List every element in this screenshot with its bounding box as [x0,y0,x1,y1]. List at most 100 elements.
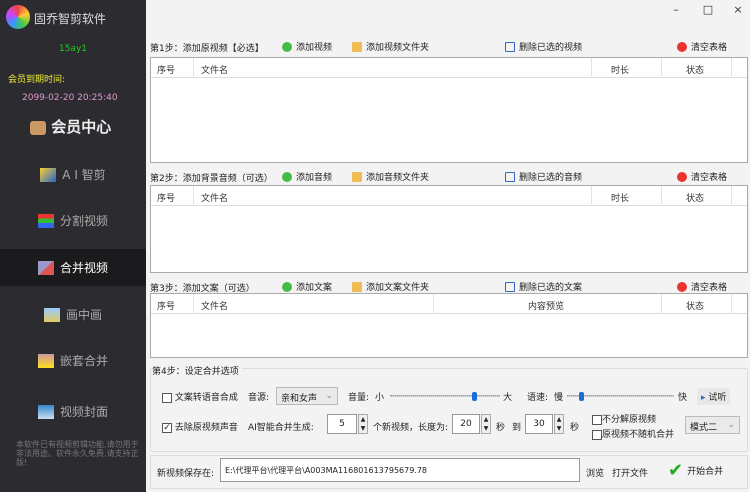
merge-icon [37,260,54,275]
close-button[interactable]: × [728,3,748,17]
slider-thumb[interactable] [471,392,477,401]
speed-slider[interactable] [567,392,674,401]
col-status: 状态 [686,66,705,76]
speed-max-label: 快 [678,393,688,403]
plus-icon [282,41,292,52]
cover-icon [37,404,54,419]
expiry-value: 2099-02-20 20:25:40 [22,93,118,103]
folder-icon [352,281,362,292]
delete-selected-video-button[interactable]: 删除已选的视频 [505,40,582,53]
vip-icon [30,121,46,135]
add-audio-button[interactable]: 添加音频 [282,170,332,183]
open-folder-button[interactable]: 打开文件 [612,466,648,479]
listen-button[interactable]: ▸ 试听 [697,388,731,405]
app-title: 固乔智剪软件 [34,12,107,26]
delete-selected-audio-button[interactable]: 删除已选的音频 [505,170,582,183]
clear-table-button[interactable]: 清空表格 [677,40,727,53]
vip-center-button[interactable]: 会员中心 [30,116,111,137]
sec-label: 秒 [570,423,580,433]
col-status: 状态 [686,194,705,204]
count-input[interactable]: 5 [327,414,357,434]
maximize-button[interactable]: □ [698,3,718,17]
volume-max-label: 大 [503,393,513,403]
speed-min-label: 慢 [554,393,564,403]
add-video-button[interactable]: 添加视频 [282,40,332,53]
col-index: 序号 [157,302,176,312]
start-merge-button[interactable]: ✔ 开始合并 [668,460,723,481]
remove-audio-checkbox[interactable]: ✓ 去除原视频声音 [162,420,238,433]
max-length-input[interactable]: 30 [525,414,553,434]
checkbox-box [162,392,172,403]
min-length-spinner[interactable]: ▲ ▼ [481,414,491,434]
plus-icon [282,171,292,182]
col-duration: 时长 [611,194,630,204]
sidebar: 固乔智剪软件 15ay1 会员到期时间: 2099-02-20 20:25:40… [0,0,146,492]
add-audio-folder-button[interactable]: 添加音频文件夹 [352,170,429,183]
clear-icon [677,41,687,52]
voice-select[interactable]: 亲和女声 ⌄ [276,387,338,405]
minimize-button[interactable]: – [666,3,686,17]
slider-thumb[interactable] [579,392,585,401]
output-label: 新视频保存在: [157,469,215,479]
no-random-checkbox[interactable]: 原视频不随机合并 [592,427,674,440]
delete-selected-text-button[interactable]: 删除已选的文案 [505,280,582,293]
nest-icon [37,353,54,368]
sec-label: 秒 [496,423,506,433]
tts-checkbox[interactable]: 文案转语音合成 [162,390,238,403]
clear-text-table-button[interactable]: 清空表格 [677,280,727,293]
split-icon [37,213,54,228]
text-table[interactable]: 序号 文件名 内容预览 状态 [150,293,748,358]
step1-title: 第1步：添加原视频【必选】 [150,44,264,54]
add-text-folder-button[interactable]: 添加文案文件夹 [352,280,429,293]
sidebar-item-split[interactable]: 分割视频 [0,202,146,239]
add-video-folder-button[interactable]: 添加视频文件夹 [352,40,429,53]
window-icon [505,41,515,52]
expiry-label: 会员到期时间: [8,75,66,85]
chevron-down-icon: ⌄ [325,391,333,401]
col-filename: 文件名 [201,66,229,76]
picture-in-picture-icon [43,307,60,322]
step2-title: 第2步：添加背景音频（可选） [150,174,273,184]
window-icon [505,281,515,292]
sidebar-item-ai[interactable]: A I 智剪 [0,156,146,193]
mode-select[interactable]: 模式二 ⌄ [685,416,740,434]
no-split-checkbox[interactable]: 不分解原视频 [592,412,656,425]
col-filename: 文件名 [201,302,229,312]
max-length-spinner[interactable]: ▲ ▼ [554,414,564,434]
notice-text: 本软件已有视频剪辑功能,请勿用于非法用途。软件永久免费,请支持正版! [16,440,139,467]
volume-min-label: 小 [375,393,385,403]
sidebar-item-pip[interactable]: 画中画 [0,296,146,333]
ai-merge-label: AI智能合并生成: [248,423,314,433]
checkbox-box [592,429,602,440]
sidebar-item-nest[interactable]: 嵌套合并 [0,342,146,379]
username: 15ay1 [58,44,88,54]
add-text-button[interactable]: 添加文案 [282,280,332,293]
col-preview: 内容预览 [528,302,565,312]
video-table[interactable]: 序号 文件名 时长 状态 [150,57,748,163]
output-path-input[interactable]: E:\代理平台\代理平台\A003MA116801613795679.78 [220,458,580,482]
clear-audio-table-button[interactable]: 清空表格 [677,170,727,183]
col-filename: 文件名 [201,194,229,204]
step4-title: 第4步：设定合并选项 [152,364,242,377]
table-header: 序号 文件名 时长 状态 [151,186,747,206]
col-index: 序号 [157,66,176,76]
table-header: 序号 文件名 内容预览 状态 [151,294,747,314]
folder-icon [352,41,362,52]
volume-slider[interactable] [390,392,500,401]
count-spinner[interactable]: ▲ ▼ [358,414,368,434]
sidebar-item-cover[interactable]: 视频封面 [0,393,146,430]
min-length-input[interactable]: 20 [452,414,480,434]
checkbox-box: ✓ [162,422,172,433]
clear-icon [677,171,687,182]
audio-table[interactable]: 序号 文件名 时长 状态 [150,185,748,273]
count-unit-label: 个新视频，长度为: [373,423,449,433]
checkmark-icon: ✔ [668,460,684,481]
sidebar-item-merge[interactable]: 合并视频 [0,249,146,286]
window-icon [505,171,515,182]
browse-button[interactable]: 浏览 [586,466,604,479]
table-header: 序号 文件名 时长 状态 [151,58,747,78]
checkbox-box [592,414,602,425]
speed-label: 语速: [527,393,549,403]
ai-wand-icon [40,167,57,182]
col-status: 状态 [686,302,705,312]
